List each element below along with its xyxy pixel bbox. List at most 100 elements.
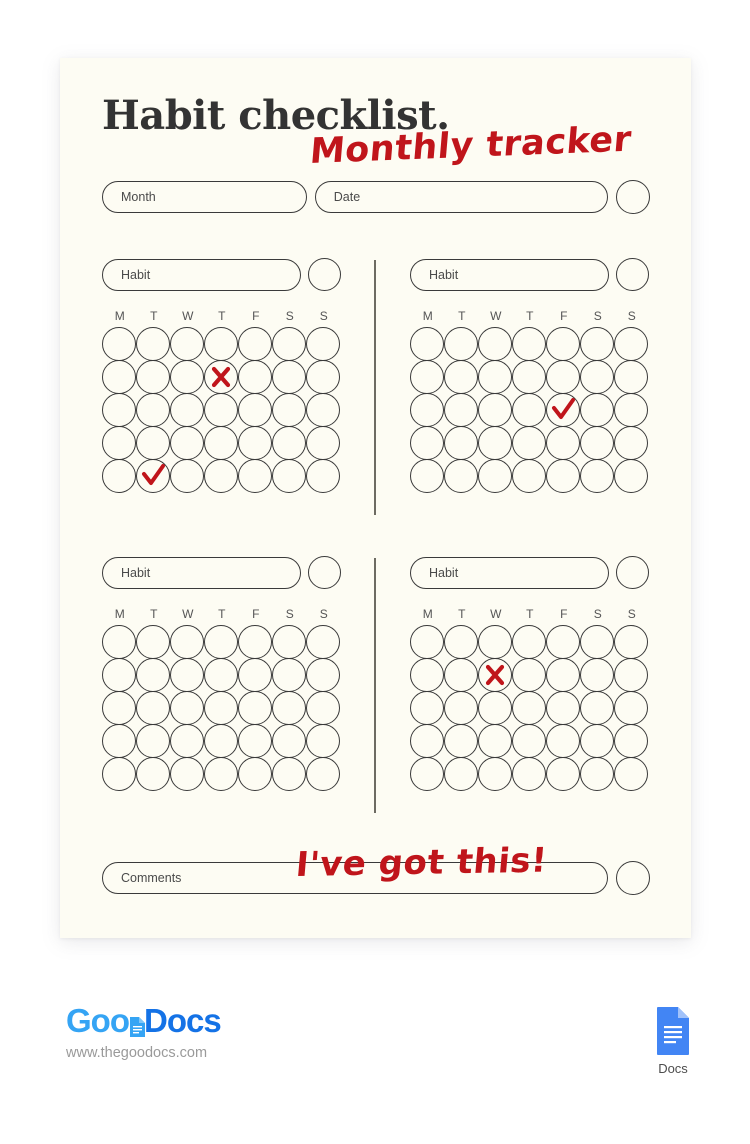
habit-day-circle[interactable] bbox=[410, 724, 444, 758]
habit-day-circle[interactable] bbox=[102, 393, 136, 427]
habit-day-circle[interactable] bbox=[444, 757, 478, 791]
habit-day-circle[interactable] bbox=[614, 459, 648, 493]
habit-day-circle[interactable] bbox=[136, 625, 170, 659]
habit-day-circle[interactable] bbox=[204, 625, 238, 659]
habit-day-circle[interactable] bbox=[170, 658, 204, 692]
habit-name-input[interactable]: Habit bbox=[410, 556, 609, 589]
habit-day-circle[interactable] bbox=[478, 426, 512, 460]
habit-day-circle[interactable] bbox=[512, 393, 546, 427]
habit-day-circle[interactable] bbox=[444, 691, 478, 725]
habit-day-circle[interactable] bbox=[136, 658, 170, 692]
habit-day-circle[interactable] bbox=[306, 691, 340, 725]
habit-day-circle[interactable] bbox=[272, 327, 306, 361]
habit-day-circle[interactable] bbox=[136, 724, 170, 758]
habit-day-circle[interactable] bbox=[410, 327, 444, 361]
habit-day-circle[interactable] bbox=[306, 724, 340, 758]
habit-day-circle-marked-x[interactable] bbox=[204, 360, 238, 394]
habit-day-circle[interactable] bbox=[478, 327, 512, 361]
habit-status-circle[interactable] bbox=[616, 556, 649, 589]
habit-day-circle[interactable] bbox=[546, 724, 580, 758]
habit-day-circle[interactable] bbox=[170, 724, 204, 758]
habit-day-circle[interactable] bbox=[580, 360, 614, 394]
habit-status-circle[interactable] bbox=[616, 258, 649, 291]
date-input[interactable]: Date bbox=[314, 181, 608, 213]
habit-day-circle[interactable] bbox=[580, 459, 614, 493]
habit-day-circle[interactable] bbox=[614, 691, 648, 725]
month-input[interactable]: Month bbox=[102, 181, 307, 213]
habit-day-circle[interactable] bbox=[306, 625, 340, 659]
habit-day-circle-marked-x[interactable] bbox=[478, 658, 512, 692]
habit-day-circle[interactable] bbox=[580, 691, 614, 725]
habit-day-circle[interactable] bbox=[272, 625, 306, 659]
habit-day-circle[interactable] bbox=[170, 327, 204, 361]
habit-day-circle[interactable] bbox=[546, 691, 580, 725]
habit-day-circle[interactable] bbox=[136, 691, 170, 725]
habit-day-circle[interactable] bbox=[512, 658, 546, 692]
habit-day-circle[interactable] bbox=[170, 625, 204, 659]
habit-day-circle[interactable] bbox=[580, 757, 614, 791]
habit-day-circle[interactable] bbox=[580, 724, 614, 758]
habit-day-circle[interactable] bbox=[306, 327, 340, 361]
habit-name-input[interactable]: Habit bbox=[410, 258, 609, 291]
habit-day-circle[interactable] bbox=[238, 327, 272, 361]
habit-day-circle[interactable] bbox=[410, 658, 444, 692]
habit-day-circle[interactable] bbox=[238, 724, 272, 758]
habit-day-circle[interactable] bbox=[512, 327, 546, 361]
habit-name-input[interactable]: Habit bbox=[102, 556, 301, 589]
habit-day-circle[interactable] bbox=[512, 757, 546, 791]
habit-day-circle[interactable] bbox=[410, 691, 444, 725]
habit-day-circle[interactable] bbox=[512, 360, 546, 394]
habit-day-circle[interactable] bbox=[204, 459, 238, 493]
habit-day-circle[interactable] bbox=[102, 724, 136, 758]
habit-day-circle[interactable] bbox=[238, 426, 272, 460]
habit-day-circle[interactable] bbox=[306, 360, 340, 394]
habit-day-circle[interactable] bbox=[444, 658, 478, 692]
habit-day-circle[interactable] bbox=[204, 393, 238, 427]
habit-day-circle[interactable] bbox=[102, 757, 136, 791]
habit-day-circle[interactable] bbox=[170, 393, 204, 427]
habit-day-circle[interactable] bbox=[102, 426, 136, 460]
habit-day-circle[interactable] bbox=[444, 426, 478, 460]
habit-day-circle[interactable] bbox=[272, 724, 306, 758]
habit-day-circle[interactable] bbox=[238, 658, 272, 692]
habit-day-circle[interactable] bbox=[580, 393, 614, 427]
habit-day-circle[interactable] bbox=[444, 393, 478, 427]
habit-day-circle[interactable] bbox=[272, 757, 306, 791]
habit-day-circle[interactable] bbox=[580, 327, 614, 361]
habit-day-circle[interactable] bbox=[238, 757, 272, 791]
habit-day-circle[interactable] bbox=[102, 658, 136, 692]
habit-day-circle[interactable] bbox=[614, 724, 648, 758]
habit-day-circle[interactable] bbox=[272, 360, 306, 394]
habit-day-circle[interactable] bbox=[204, 426, 238, 460]
habit-day-circle[interactable] bbox=[478, 724, 512, 758]
goodocs-branding[interactable]: Goo Docs www.thegoodocs.com bbox=[66, 1004, 222, 1061]
habit-day-circle[interactable] bbox=[614, 327, 648, 361]
habit-day-circle[interactable] bbox=[272, 426, 306, 460]
habit-day-circle[interactable] bbox=[102, 459, 136, 493]
habit-day-circle[interactable] bbox=[614, 360, 648, 394]
habit-day-circle-marked-check[interactable] bbox=[136, 459, 170, 493]
habit-day-circle[interactable] bbox=[410, 757, 444, 791]
habit-day-circle[interactable] bbox=[306, 426, 340, 460]
habit-day-circle[interactable] bbox=[444, 459, 478, 493]
habit-day-circle[interactable] bbox=[614, 393, 648, 427]
habit-day-circle[interactable] bbox=[204, 757, 238, 791]
habit-name-input[interactable]: Habit bbox=[102, 258, 301, 291]
habit-day-circle[interactable] bbox=[546, 658, 580, 692]
habit-day-circle[interactable] bbox=[478, 459, 512, 493]
habit-day-circle[interactable] bbox=[546, 625, 580, 659]
habit-day-circle[interactable] bbox=[306, 393, 340, 427]
habit-day-circle[interactable] bbox=[410, 625, 444, 659]
habit-day-circle[interactable] bbox=[204, 327, 238, 361]
habit-day-circle[interactable] bbox=[238, 625, 272, 659]
habit-day-circle[interactable] bbox=[546, 757, 580, 791]
habit-day-circle[interactable] bbox=[238, 360, 272, 394]
habit-day-circle[interactable] bbox=[410, 393, 444, 427]
header-status-circle[interactable] bbox=[616, 180, 650, 214]
habit-day-circle[interactable] bbox=[136, 327, 170, 361]
habit-day-circle[interactable] bbox=[306, 459, 340, 493]
habit-day-circle[interactable] bbox=[136, 360, 170, 394]
habit-day-circle[interactable] bbox=[512, 459, 546, 493]
habit-day-circle[interactable] bbox=[512, 691, 546, 725]
habit-status-circle[interactable] bbox=[308, 258, 341, 291]
